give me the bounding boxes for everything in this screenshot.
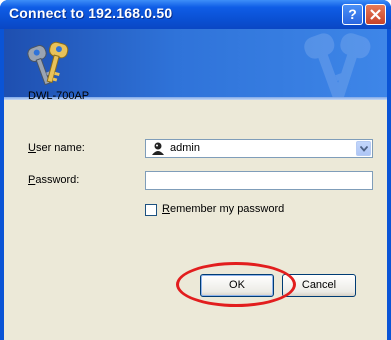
device-name: DWL-700AP — [28, 90, 90, 102]
keys-icon — [27, 41, 69, 86]
question-mark-icon: ? — [348, 6, 357, 22]
help-button[interactable]: ? — [342, 4, 363, 25]
highlight-ring — [176, 262, 296, 307]
title-bar[interactable]: Connect to 192.168.0.50 ? — [0, 0, 391, 29]
banner — [4, 29, 387, 97]
dropdown-button[interactable] — [356, 141, 371, 156]
username-value[interactable]: admin — [170, 142, 200, 154]
username-label: User name: — [28, 142, 85, 154]
password-input[interactable] — [145, 171, 373, 190]
username-combobox[interactable]: admin — [145, 139, 373, 158]
remember-label[interactable]: Remember my password — [162, 203, 284, 215]
window-title: Connect to 192.168.0.50 — [9, 5, 173, 21]
connect-dialog: Connect to 192.168.0.50 ? DWL-700AP User… — [0, 0, 391, 340]
user-icon — [152, 142, 164, 155]
chevron-down-icon — [360, 146, 368, 152]
close-icon — [370, 9, 381, 20]
close-button[interactable] — [365, 4, 386, 25]
password-label: Password: — [28, 174, 80, 186]
remember-checkbox[interactable] — [145, 204, 157, 216]
keys-watermark-icon — [304, 33, 371, 97]
